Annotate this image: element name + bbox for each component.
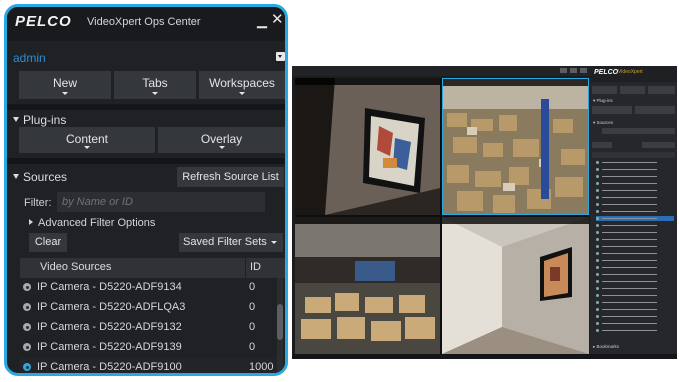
background-table-header	[592, 152, 675, 158]
video-feed	[295, 78, 440, 215]
sources-scrollbar[interactable]	[277, 278, 283, 373]
chevron-right-icon	[29, 219, 33, 225]
background-logo: PELCO	[594, 69, 619, 76]
clear-button[interactable]: Clear	[29, 233, 67, 252]
table-row[interactable]: IP Camera - D5220-ADFLQA3 0	[20, 298, 285, 318]
background-status-bar	[292, 354, 677, 359]
background-plugins-heading: ▾ Plug-ins	[593, 98, 613, 103]
chevron-down-icon	[218, 146, 225, 149]
app-title: VideoXpert Ops Center	[87, 16, 201, 28]
plugins-section-toggle[interactable]: Plug-ins	[13, 113, 66, 127]
overlay-button-label: Overlay	[200, 132, 243, 146]
background-close-icon	[580, 68, 587, 73]
saved-filter-sets-label: Saved Filter Sets	[183, 236, 267, 248]
video-tile-header	[443, 79, 588, 86]
saved-filter-sets-dropdown[interactable]: Saved Filter Sets	[179, 233, 283, 252]
background-plugins-row	[592, 106, 675, 114]
background-app-screenshot: PELCO VideoXpert ▾ Plug-ins ▾ Sources ▸ …	[292, 66, 677, 359]
ops-center-panel: PELCO VideoXpert Ops Center ▁ ✕ admin Ne…	[4, 4, 288, 376]
chevron-down-icon	[84, 146, 90, 149]
source-name: IP Camera - D5220-ADF9100	[37, 361, 182, 373]
video-tile-header	[295, 217, 440, 224]
tabs-button-label: Tabs	[142, 76, 168, 90]
video-tile[interactable]	[442, 217, 589, 354]
refresh-source-list-button[interactable]: Refresh Source List	[177, 167, 284, 187]
section-divider	[7, 158, 285, 164]
source-name: IP Camera - D5220-ADFLQA3	[37, 301, 186, 313]
source-id: 0	[249, 321, 256, 333]
filter-label: Filter:	[24, 197, 52, 209]
chevron-down-icon	[62, 92, 68, 95]
chevron-down-icon	[13, 117, 19, 122]
background-minimize-icon	[560, 68, 567, 73]
pelco-logo: PELCO	[15, 13, 72, 30]
table-row[interactable]: IP Camera - D5220-ADF9134 0	[20, 278, 285, 298]
workspaces-button[interactable]: Workspaces	[199, 71, 285, 99]
content-button[interactable]: Content	[19, 127, 155, 153]
user-name[interactable]: admin	[13, 51, 46, 65]
sources-section-toggle[interactable]: Sources	[13, 170, 67, 184]
background-bookmarks-heading: ▸ Bookmarks	[593, 344, 620, 349]
background-filter-row	[592, 128, 675, 136]
background-sidebar: PELCO VideoXpert ▾ Plug-ins ▾ Sources ▸ …	[590, 66, 677, 359]
workspaces-button-label: Workspaces	[209, 76, 275, 90]
filter-input[interactable]	[57, 192, 265, 212]
sources-table-body: IP Camera - D5220-ADF9134 0 IP Camera - …	[20, 278, 285, 373]
source-id: 1000	[249, 361, 274, 373]
background-sidebar-header: PELCO VideoXpert	[590, 66, 677, 82]
advanced-filter-label: Advanced Filter Options	[38, 217, 156, 229]
background-maximize-icon	[570, 68, 577, 73]
column-divider	[245, 258, 246, 278]
video-tile-selected[interactable]	[442, 78, 589, 215]
advanced-filter-toggle[interactable]: Advanced Filter Options	[29, 217, 155, 229]
new-button-label: New	[52, 76, 77, 90]
table-row[interactable]: IP Camera - D5220-ADF9132 0	[20, 318, 285, 338]
content-button-label: Content	[65, 132, 109, 146]
source-name: IP Camera - D5220-ADF9134	[37, 281, 182, 293]
video-tile[interactable]	[295, 217, 440, 354]
column-header-id[interactable]: ID	[250, 261, 261, 273]
video-feed	[295, 217, 440, 354]
chevron-down-icon	[152, 92, 158, 95]
user-row: admin	[7, 41, 285, 71]
table-row[interactable]: IP Camera - D5220-ADF9100 1000	[20, 358, 285, 373]
sources-heading: Sources	[23, 170, 68, 184]
background-toolbar	[592, 86, 675, 94]
chevron-down-icon	[239, 92, 245, 95]
camera-icon	[23, 303, 31, 311]
background-sources-heading: ▾ Sources	[593, 120, 614, 125]
section-divider	[7, 104, 285, 110]
new-button[interactable]: New	[19, 71, 111, 99]
video-tile[interactable]	[295, 78, 440, 215]
video-tile-header	[295, 78, 440, 85]
camera-live-icon	[23, 363, 31, 371]
source-name: IP Camera - D5220-ADF9139	[37, 341, 182, 353]
source-id: 0	[249, 301, 256, 313]
background-filter-buttons	[592, 142, 675, 150]
table-row[interactable]: IP Camera - D5220-ADF9139 0	[20, 338, 285, 358]
camera-icon	[23, 283, 31, 291]
plugins-heading: Plug-ins	[23, 113, 67, 127]
overlay-button[interactable]: Overlay	[158, 127, 285, 153]
panel-header: PELCO VideoXpert Ops Center ▁ ✕	[7, 7, 285, 41]
chevron-down-icon	[13, 174, 19, 179]
video-grid	[295, 78, 589, 354]
minimize-icon[interactable]: ▁	[257, 13, 267, 29]
video-feed	[442, 217, 589, 354]
background-title: VideoXpert	[618, 69, 643, 75]
column-header-video-sources[interactable]: Video Sources	[40, 261, 111, 273]
chevron-down-icon	[271, 241, 277, 244]
source-id: 0	[249, 341, 256, 353]
camera-icon	[23, 323, 31, 331]
video-feed	[443, 79, 588, 214]
tabs-button[interactable]: Tabs	[114, 71, 196, 99]
scrollbar-thumb[interactable]	[277, 304, 283, 340]
video-tile-header	[442, 217, 589, 224]
sources-table-header: Video Sources ID	[20, 258, 285, 278]
camera-icon	[23, 343, 31, 351]
source-id: 0	[249, 281, 256, 293]
user-dropdown-icon[interactable]	[276, 52, 285, 61]
close-icon[interactable]: ✕	[271, 12, 284, 28]
source-name: IP Camera - D5220-ADF9132	[37, 321, 182, 333]
